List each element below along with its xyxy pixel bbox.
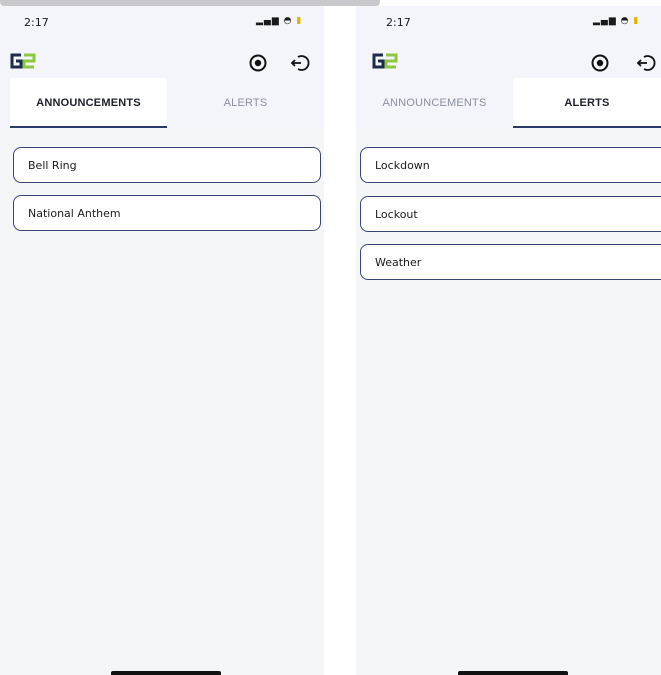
list-item-weather[interactable]: Weather [360, 244, 661, 280]
battery-icon: ▮ [633, 16, 640, 26]
tab-announcements[interactable]: ANNOUNCEMENTS [356, 78, 513, 128]
home-indicator [458, 671, 568, 675]
record-icon[interactable] [590, 53, 610, 73]
tab-announcements[interactable]: ANNOUNCEMENTS [10, 78, 167, 128]
signal-wifi-icons: ▂▄▆ ◓ [593, 16, 634, 26]
home-indicator [111, 671, 221, 675]
list-item-lockout[interactable]: Lockout [360, 196, 661, 232]
record-icon[interactable] [248, 53, 268, 73]
status-icons: ▂▄▆ ◓ ▮ [593, 16, 639, 26]
signal-wifi-icons: ▂▄▆ ◓ [256, 16, 297, 26]
logout-icon[interactable] [290, 53, 310, 73]
tab-alerts[interactable]: ALERTS [513, 78, 661, 128]
announcement-list: Bell Ring National Anthem [0, 128, 324, 675]
phone-alerts: 2:17 ▂▄▆ ◓ ▮ ANNOUNCEMENTS ALERTS Lockdo… [356, 6, 661, 675]
alert-list: Lockdown Lockout Weather [356, 128, 661, 675]
app-header: 2:17 ▂▄▆ ◓ ▮ [0, 6, 324, 78]
battery-icon: ▮ [296, 16, 303, 26]
status-icons: ▂▄▆ ◓ ▮ [256, 16, 302, 26]
app-header: 2:17 ▂▄▆ ◓ ▮ [356, 6, 661, 78]
logout-icon[interactable] [636, 53, 656, 73]
status-time: 2:17 [24, 16, 49, 29]
list-item-lockdown[interactable]: Lockdown [360, 147, 661, 183]
g2-logo [372, 53, 398, 69]
tab-alerts[interactable]: ALERTS [167, 78, 324, 128]
list-item-national-anthem[interactable]: National Anthem [13, 195, 321, 231]
list-item-bell-ring[interactable]: Bell Ring [13, 147, 321, 183]
status-time: 2:17 [386, 16, 411, 29]
g2-logo [10, 53, 36, 69]
tab-bar: ANNOUNCEMENTS ALERTS [356, 78, 661, 129]
phone-announcements: 2:17 ▂▄▆ ◓ ▮ ANNOUNCEMENTS ALERTS Bell R… [0, 6, 324, 675]
tab-bar: ANNOUNCEMENTS ALERTS [0, 78, 324, 129]
